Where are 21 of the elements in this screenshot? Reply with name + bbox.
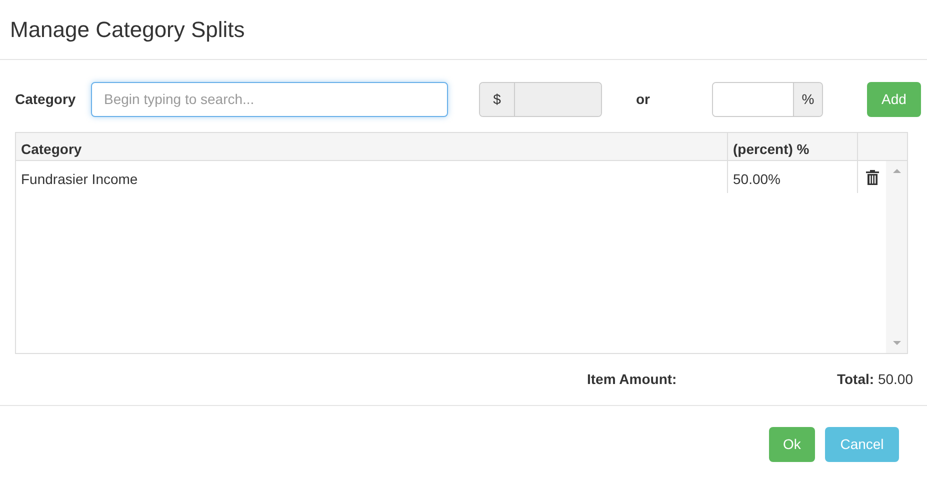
table-cell: Fundrasier Income — [16, 161, 728, 193]
trash-icon[interactable] — [866, 170, 878, 184]
item-amount-label: Item Amount: — [587, 370, 677, 389]
or-label: or — [636, 90, 650, 108]
cancel-button[interactable]: Cancel — [825, 427, 899, 462]
dollar-addon: $ — [480, 82, 515, 116]
percent-addon: % — [793, 82, 822, 116]
percent-field[interactable]: % — [712, 82, 823, 116]
search-field[interactable]: Begin typing to search... — [91, 82, 448, 116]
scroll-up-icon[interactable] — [892, 169, 900, 173]
ok-button[interactable]: Ok — [769, 427, 815, 462]
table-cell: 50.00% — [728, 161, 858, 193]
total-text: Total: 50.00 — [836, 370, 913, 389]
scroll-down-icon[interactable] — [892, 341, 900, 345]
field-label: Category — [15, 90, 77, 109]
add-button[interactable]: Add — [867, 82, 921, 116]
amount-field[interactable]: $ — [479, 82, 602, 116]
column-header: (percent) % — [728, 133, 858, 160]
scrollbar[interactable] — [886, 161, 907, 353]
column-header: Category — [16, 133, 728, 160]
dialog-title: Manage Category Splits — [10, 16, 245, 44]
